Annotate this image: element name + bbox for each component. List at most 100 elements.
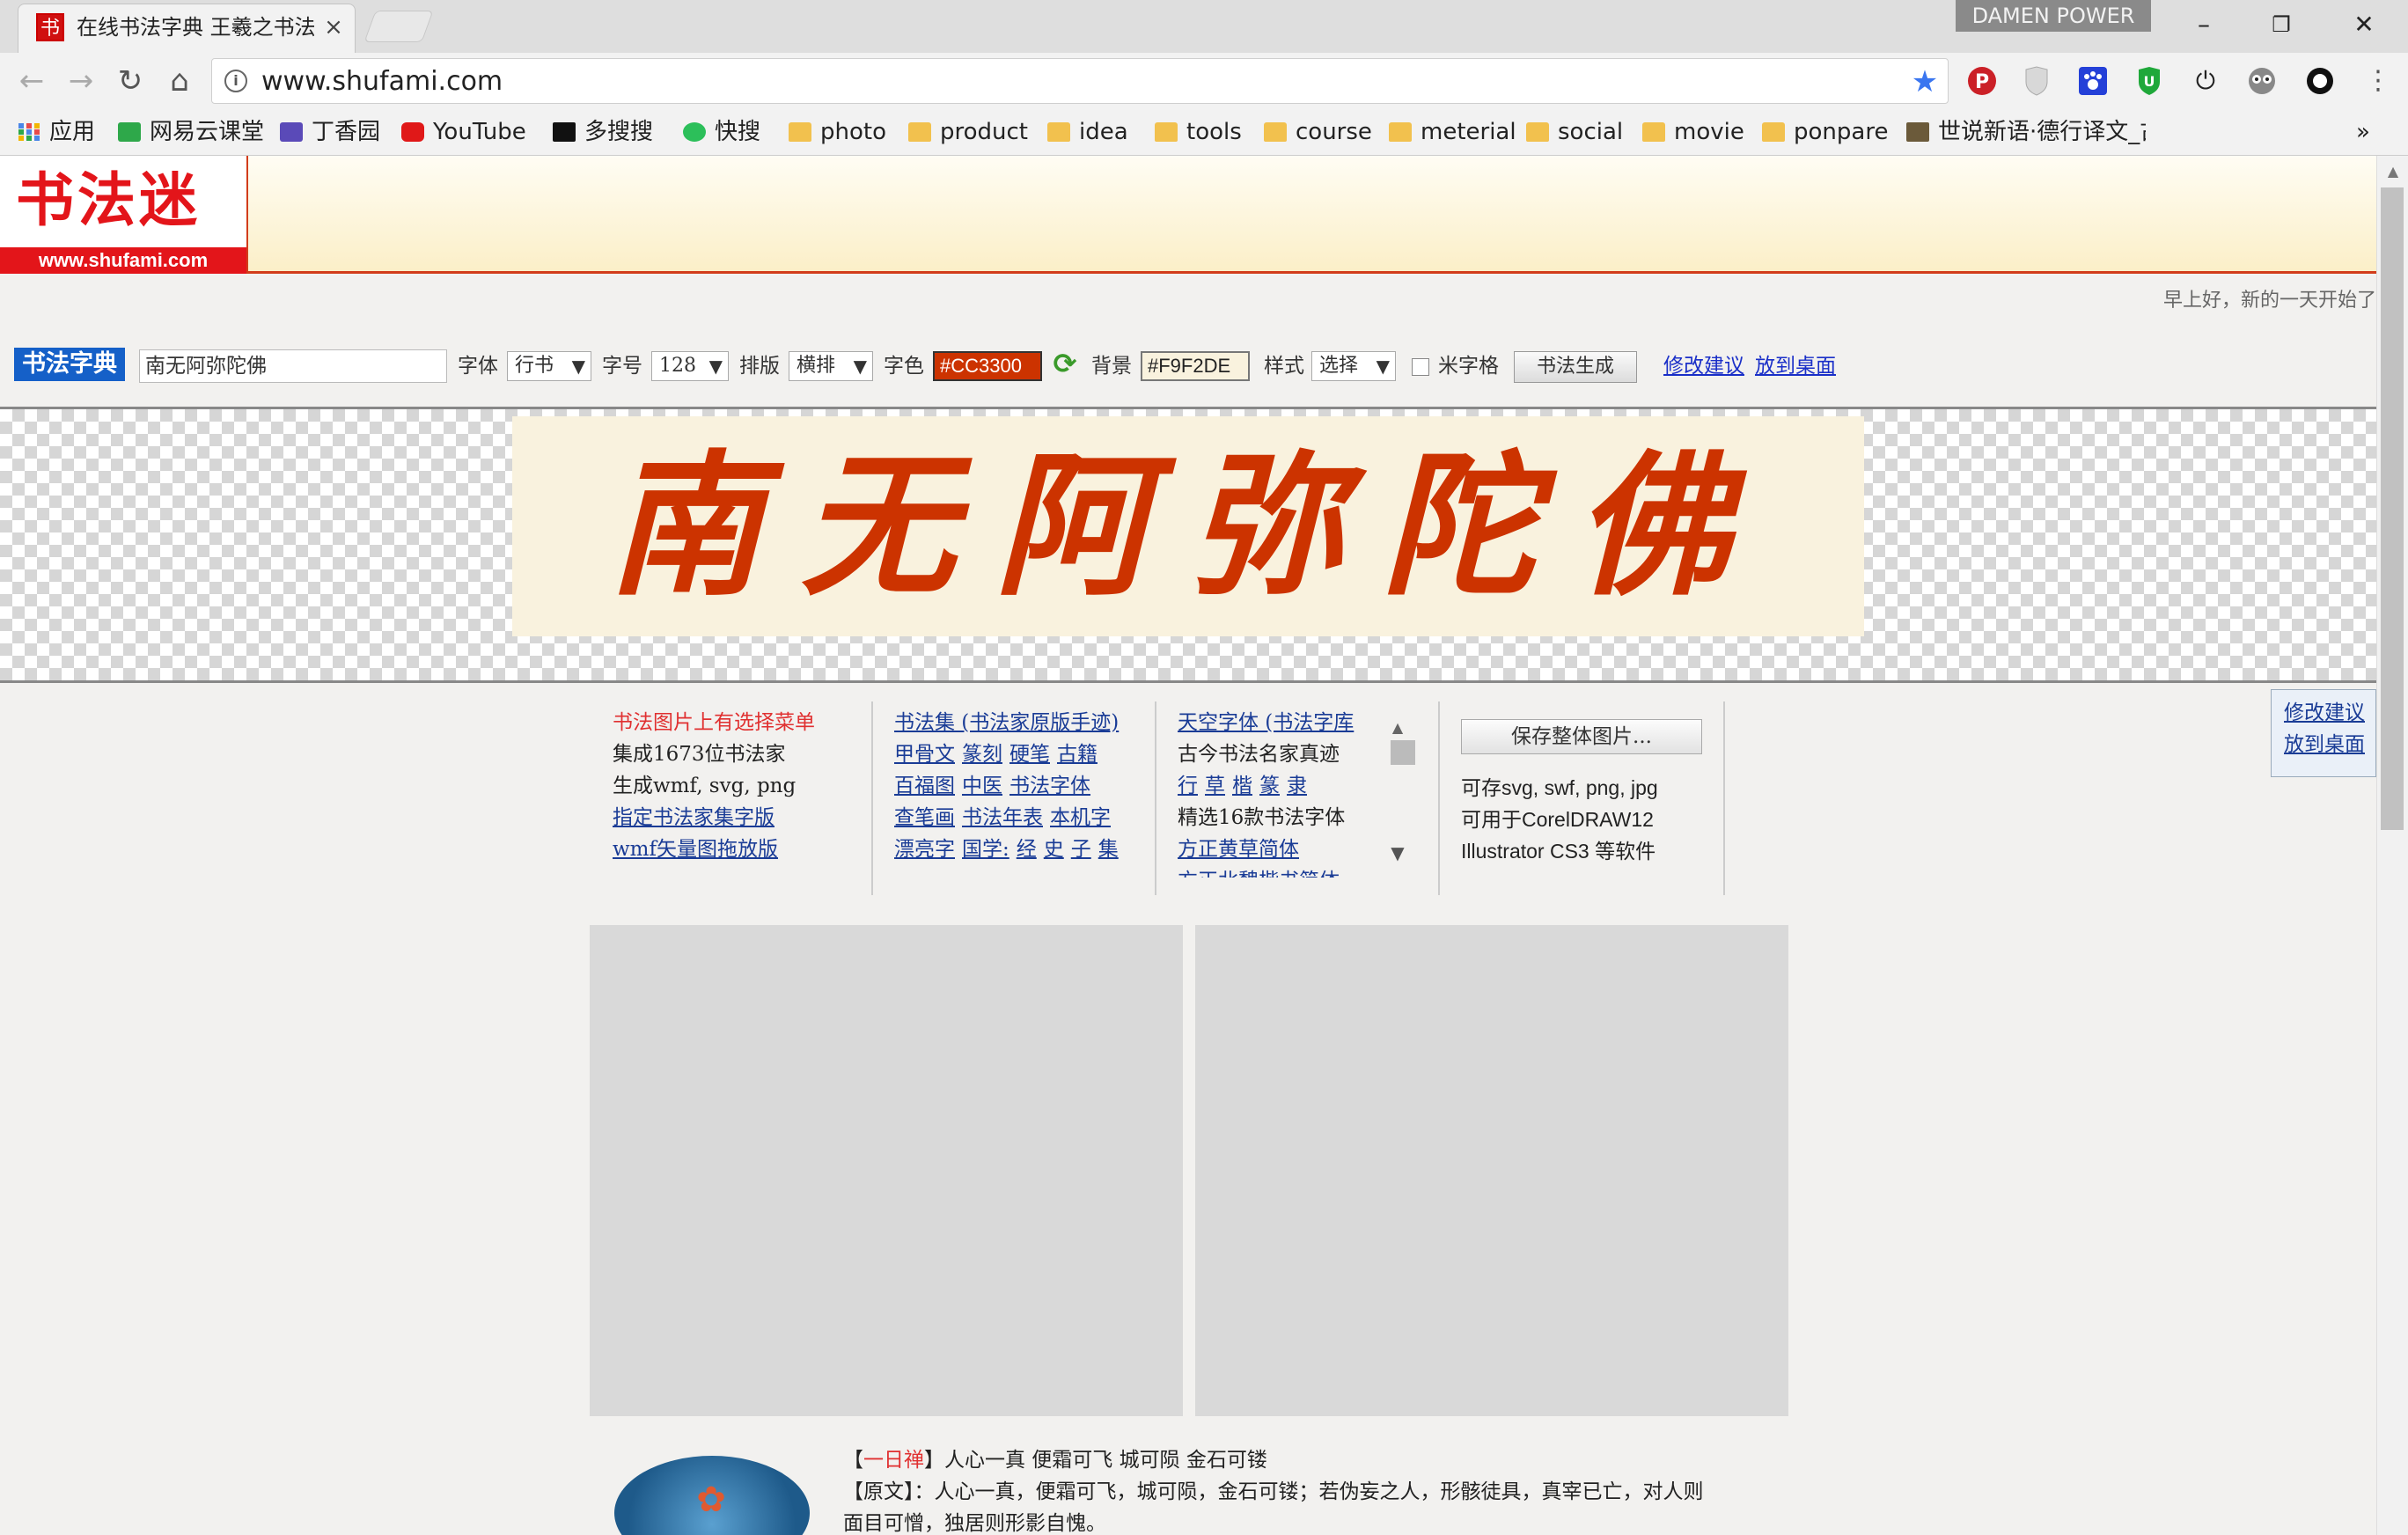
url-text[interactable]: www.shufami.com <box>261 64 503 99</box>
swap-colors-icon[interactable]: ⟳ <box>1049 348 1081 379</box>
resource-link[interactable]: 硬笔 <box>1009 743 1050 766</box>
minimize-button[interactable]: – <box>2169 0 2239 49</box>
layout-label: 排版 <box>739 355 780 378</box>
resource-link[interactable]: 查笔画 <box>894 806 955 829</box>
resource-link[interactable]: 集 <box>1098 838 1119 861</box>
size-select[interactable]: 128 ▼ <box>651 351 729 381</box>
restore-button[interactable]: ❐ <box>2246 0 2316 49</box>
suggest-link[interactable]: 修改建议 <box>1663 349 1744 383</box>
font-label: 字体 <box>458 355 498 378</box>
list-scroll-thumb[interactable] <box>1391 740 1415 765</box>
size-select-value: 128 <box>659 355 696 377</box>
resource-link[interactable]: 子 <box>1071 838 1091 861</box>
script-link[interactable]: 楷 <box>1232 775 1252 797</box>
resource-link[interactable]: 经 <box>1017 838 1037 861</box>
resource-link[interactable]: 史 <box>1044 838 1064 861</box>
reload-button[interactable]: ↻ <box>111 62 150 100</box>
resource-link[interactable]: 百福图 <box>894 775 955 797</box>
new-tab-button[interactable] <box>363 11 434 42</box>
resource-link[interactable]: 书法集 (书法家原版手迹) <box>894 711 1119 734</box>
pinterest-icon[interactable]: P <box>1963 62 2001 100</box>
bookmark-course[interactable]: course <box>1264 109 1372 155</box>
resource-link[interactable]: 篆刻 <box>962 743 1002 766</box>
desktop-link[interactable]: 放到桌面 <box>1755 349 1836 383</box>
script-link[interactable]: 行 <box>1178 775 1198 797</box>
site-info-icon[interactable]: i <box>224 70 247 92</box>
circle-icon[interactable] <box>2301 62 2339 100</box>
close-window-button[interactable]: ✕ <box>2329 0 2399 49</box>
page-scrollbar[interactable]: ▲ <box>2376 156 2408 1535</box>
save-image-button[interactable]: 保存整体图片... <box>1461 719 1702 754</box>
font-link[interactable]: 方正北魏楷书简体 <box>1178 870 1340 878</box>
bookmark-idea[interactable]: idea <box>1047 109 1128 155</box>
bookmark-duososo[interactable]: 多搜搜 <box>553 109 653 155</box>
bookmark-meterial[interactable]: meterial <box>1389 109 1516 155</box>
bookmark-dxy[interactable]: 丁香园 <box>280 109 380 155</box>
ad-slot-right[interactable] <box>1195 925 1788 1416</box>
resource-link[interactable]: 中医 <box>962 775 1002 797</box>
text-input[interactable]: 南无阿弥陀佛 <box>139 349 447 383</box>
bookmark-shishuoxinyu[interactable]: 世说新语·德行译文_古 <box>1906 109 2146 155</box>
home-button[interactable]: ⌂ <box>160 62 199 100</box>
fonts-line: 精选16款书法字体 <box>1178 806 1346 829</box>
bookmark-movie[interactable]: movie <box>1642 109 1744 155</box>
generate-button[interactable]: 书法生成 <box>1514 351 1637 383</box>
scroll-up-icon[interactable]: ▲ <box>2384 163 2402 180</box>
forward-button[interactable]: → <box>62 62 100 100</box>
shield-gray-icon[interactable] <box>2017 62 2056 100</box>
site-logo[interactable]: 书法迷 www.shufami.com <box>0 156 248 274</box>
script-link[interactable]: 隶 <box>1287 775 1307 797</box>
menu-dots-icon[interactable]: ⋮ <box>2359 62 2397 100</box>
layout-select[interactable]: 横排 ▼ <box>789 351 873 381</box>
font-select[interactable]: 行书 ▼ <box>507 351 591 381</box>
script-link[interactable]: 草 <box>1205 775 1225 797</box>
bookmark-youtube[interactable]: YouTube <box>401 109 526 155</box>
resource-link[interactable]: 漂亮字 <box>894 838 955 861</box>
font-library-link[interactable]: 天空字体 (书法字库 <box>1178 711 1354 734</box>
green-q-icon <box>683 122 706 142</box>
bookmark-photo[interactable]: photo <box>789 109 886 155</box>
script-link[interactable]: 篆 <box>1259 775 1280 797</box>
bookmark-product[interactable]: product <box>908 109 1028 155</box>
owl-icon[interactable] <box>2243 62 2281 100</box>
resource-link[interactable]: 书法字体 <box>1009 775 1090 797</box>
bookmark-star-icon[interactable]: ★ <box>1907 62 1942 101</box>
bookmark-ponpare[interactable]: ponpare <box>1762 109 1888 155</box>
address-bar[interactable]: i www.shufami.com ★ <box>211 58 1949 104</box>
side-suggest-link[interactable]: 修改建议 <box>2284 697 2375 729</box>
font-link[interactable]: 方正黄草简体 <box>1178 838 1299 861</box>
style-select[interactable]: 选择 ▼ <box>1311 351 1396 381</box>
bookmark-apps[interactable]: 应用 <box>18 109 95 155</box>
scroll-thumb[interactable] <box>2381 187 2404 830</box>
resource-link[interactable]: 书法年表 <box>962 806 1043 829</box>
back-button[interactable]: ← <box>12 62 51 100</box>
grid-checkbox[interactable] <box>1412 358 1429 376</box>
green-shield-icon[interactable]: U <box>2130 62 2169 100</box>
text-color-field[interactable]: #CC3300 <box>933 351 1042 381</box>
browser-tab-active[interactable]: 书 在线书法字典 王羲之书法 × <box>18 4 356 53</box>
resource-link[interactable]: 本机字 <box>1050 806 1111 829</box>
profile-badge[interactable]: DAMEN POWER <box>1956 0 2151 32</box>
bookmark-163-study[interactable]: 网易云课堂 <box>118 109 264 155</box>
paw-icon[interactable] <box>2074 62 2112 100</box>
resource-link[interactable]: 古籍 <box>1057 743 1098 766</box>
list-scroll-down-icon[interactable]: ▼ <box>1389 842 1406 863</box>
bookmark-kuaisou[interactable]: 快搜 <box>683 109 760 155</box>
zen-title-link[interactable]: 一日禅 <box>863 1449 924 1472</box>
list-scroll-up-icon[interactable]: ▲ <box>1389 719 1406 736</box>
ad-slot-left[interactable] <box>590 925 1183 1416</box>
features-link[interactable]: 指定书法家集字版 <box>613 806 775 829</box>
power-icon[interactable]: ⏻ <box>2186 62 2225 100</box>
bookmark-social[interactable]: social <box>1526 109 1623 155</box>
zen-original: 【原文】：人心一真，便霜可飞，城可陨，金石可镂；若伪妄之人，形骸徒具，真宰已亡，… <box>843 1480 1704 1503</box>
resource-link[interactable]: 国学: <box>962 838 1009 861</box>
bookmark-label: movie <box>1674 119 1744 145</box>
bookmarks-overflow-button[interactable]: » <box>2350 109 2376 155</box>
background-color-field[interactable]: #F9F2DE <box>1141 351 1250 381</box>
calligraphy-image[interactable]: 南无阿弥陀佛 <box>512 416 1864 636</box>
features-link[interactable]: wmf矢量图拖放版 <box>613 838 778 861</box>
resource-link[interactable]: 甲骨文 <box>894 743 955 766</box>
bookmark-tools[interactable]: tools <box>1155 109 1242 155</box>
tab-close-icon[interactable]: × <box>321 13 346 41</box>
side-desktop-link[interactable]: 放到桌面 <box>2284 729 2375 760</box>
